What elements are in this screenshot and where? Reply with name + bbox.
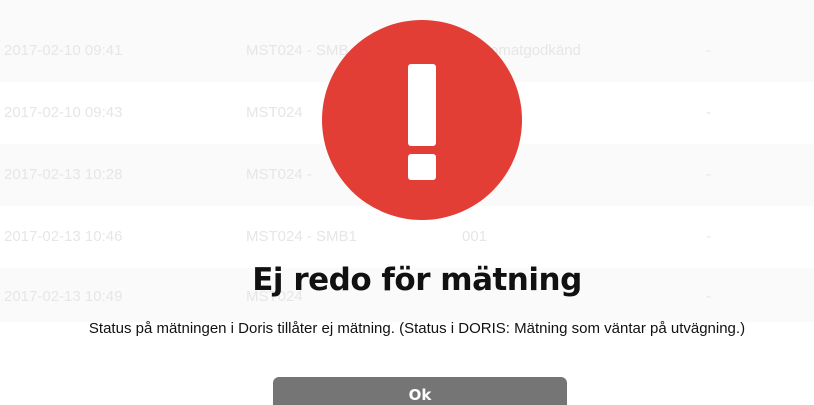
ok-button[interactable]: Ok — [273, 377, 567, 405]
exclamation-icon — [408, 64, 436, 180]
row-id: MST024 - — [246, 166, 312, 183]
app-screen: 2017-02-10 09:41 MST024 - SMB omatgodkän… — [0, 0, 814, 405]
dialog-title: Ej redo för mätning — [252, 262, 582, 298]
alert-circle — [322, 20, 522, 220]
dialog-message: Status på mätningen i Doris tillåter ej … — [88, 320, 746, 337]
row-date: 2017-02-10 09:43 — [4, 104, 123, 121]
row-date: 2017-02-10 09:41 — [4, 42, 123, 59]
row-date: 2017-02-13 10:46 — [4, 228, 123, 245]
row-extra: - — [706, 166, 711, 183]
row-extra: - — [706, 228, 711, 245]
row-extra: - — [706, 104, 711, 121]
row-date: 2017-02-13 10:28 — [4, 166, 123, 183]
row-extra: - — [706, 42, 711, 59]
row-id: MST024 — [246, 104, 303, 121]
